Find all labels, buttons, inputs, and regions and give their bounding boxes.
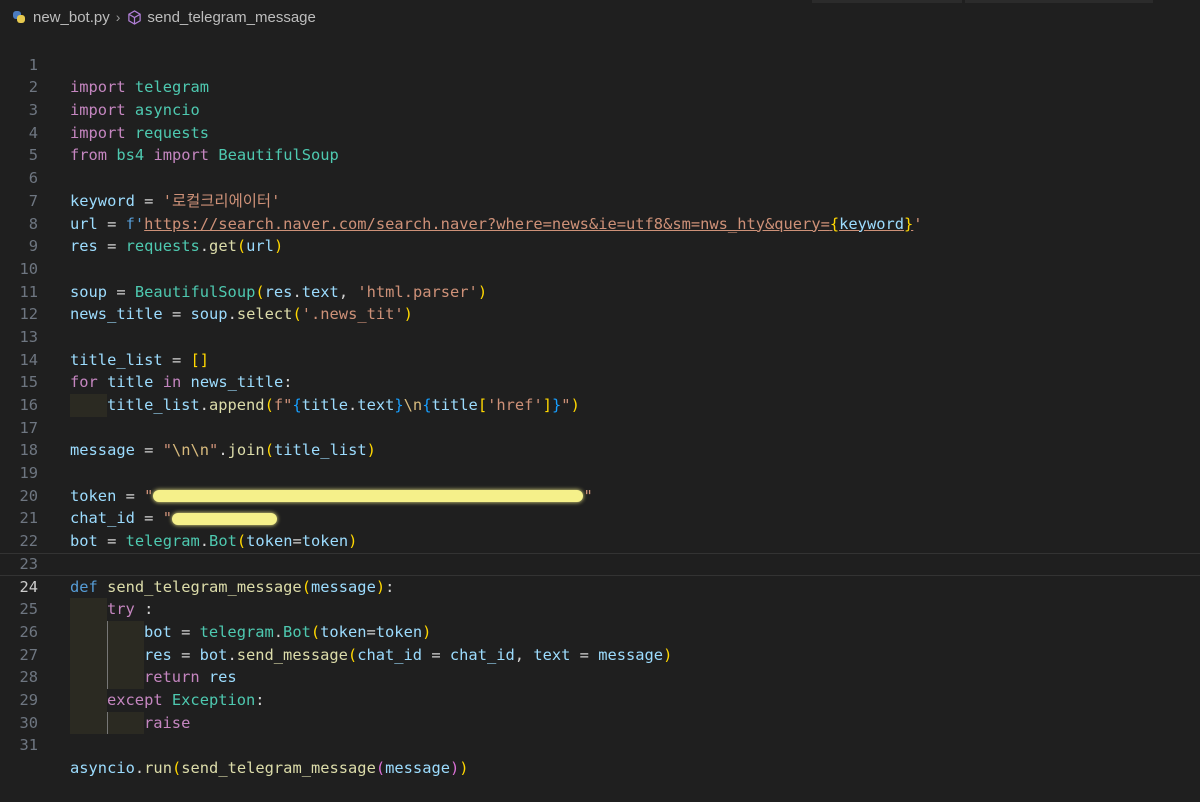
code-editor[interactable]: 1 import telegram 2 import asyncio 3 imp… <box>0 31 1200 777</box>
chevron-right-icon: › <box>115 9 121 25</box>
code-line[interactable]: 6 keyword = '로컬크리에이터' <box>0 144 1200 210</box>
code-line[interactable]: 12 <box>0 281 1200 323</box>
code-line[interactable]: 19 token = " " <box>0 439 1200 505</box>
code-line[interactable]: 1 import telegram <box>0 31 1200 97</box>
code-line[interactable]: 15 title_list.append(f"{title.text}\n{ti… <box>0 349 1200 417</box>
code-line[interactable]: 25 bot = telegram.Bot(token=token) <box>0 576 1200 644</box>
code-line[interactable]: 30 <box>0 689 1200 732</box>
code-line[interactable]: 28 except Exception: <box>0 644 1200 712</box>
method-cube-icon <box>126 9 142 25</box>
code-line[interactable]: 3 import requests <box>0 76 1200 142</box>
code-line[interactable]: 2 import asyncio <box>0 54 1200 119</box>
code-line[interactable]: 14 for title in news_title: <box>0 326 1200 392</box>
code-line[interactable]: 27 return res <box>0 621 1200 689</box>
code-line[interactable]: 5 <box>0 122 1200 164</box>
code-line[interactable]: 18 <box>0 417 1200 459</box>
code-line[interactable]: 21 bot = telegram.Bot(token=token) <box>0 485 1200 550</box>
token: ) <box>459 759 469 778</box>
breadcrumb-symbol[interactable]: send_telegram_message <box>147 9 315 26</box>
code-line[interactable]: 17 message = "\n\n".join(title_list) <box>0 394 1200 460</box>
token: message <box>385 759 450 778</box>
code-line[interactable]: 20 chat_id = " <box>0 462 1200 527</box>
code-line[interactable]: 7 url = f'https://search.naver.com/searc… <box>0 167 1200 233</box>
token: ( <box>375 759 386 778</box>
code-line[interactable]: 4 from bs4 import BeautifulSoup <box>0 99 1200 165</box>
code-line[interactable]: 29 raise <box>0 666 1200 735</box>
code-line[interactable]: 9 <box>0 213 1200 255</box>
breadcrumb-file[interactable]: new_bot.py <box>33 9 110 26</box>
code-line[interactable]: 8 res = requests.get(url) <box>0 190 1200 256</box>
code-line[interactable]: 13 title_list = [] <box>0 303 1200 369</box>
code-line[interactable]: 10 soup = BeautifulSoup(res.text, 'html.… <box>0 235 1200 301</box>
code-text: asyncio.run(send_telegram_message(messag… <box>70 757 469 780</box>
line-number: 31 <box>19 736 38 755</box>
code-line[interactable]: 16 <box>0 371 1200 414</box>
token: . <box>134 759 145 778</box>
breadcrumb: new_bot.py › send_telegram_message <box>0 0 1200 34</box>
code-line[interactable]: 22 <box>0 507 1200 550</box>
code-line[interactable]: 23 def send_telegram_message(message): <box>0 530 1200 596</box>
token: send_telegram_message <box>181 759 376 778</box>
code-line[interactable]: 26 res = bot.send_message(chat_id = chat… <box>0 598 1200 667</box>
token: ) <box>450 759 460 778</box>
code-line-current[interactable]: 24 try : <box>0 553 1200 621</box>
code-line[interactable]: 31 asyncio.run(send_telegram_message(mes… <box>0 712 1200 777</box>
token: ( <box>171 759 182 778</box>
token: run <box>144 759 172 778</box>
python-file-icon <box>12 10 26 24</box>
code-line[interactable]: 11 news_title = soup.select('.news_tit') <box>0 258 1200 324</box>
token: asyncio <box>70 759 135 778</box>
